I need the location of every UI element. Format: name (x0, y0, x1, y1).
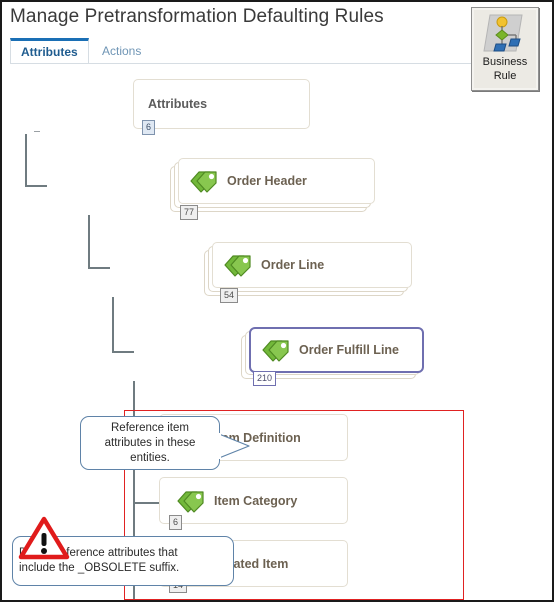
tab-bar: Attributes Actions (10, 38, 522, 64)
green-tag-icon (187, 168, 221, 194)
badge-attributes-count[interactable]: 6 (142, 120, 156, 135)
callout-reference-line3: entities. (130, 451, 170, 464)
node-item-category-card[interactable]: Item Category (159, 477, 348, 524)
collapse-tick (34, 131, 40, 132)
node-order-line-card[interactable]: Order Line (212, 242, 412, 288)
green-tag-icon (221, 252, 255, 278)
callout-reference-attributes: Reference item attributes in these entit… (80, 416, 220, 470)
green-tag-icon (174, 488, 208, 514)
connector-to-item-category (133, 502, 159, 504)
node-order-header-label: Order Header (227, 174, 307, 188)
badge-order-fulfill-line-count[interactable]: 210 (253, 371, 277, 386)
warning-triangle-icon (18, 516, 70, 565)
badge-order-header-count[interactable]: 77 (180, 205, 199, 220)
node-item-category[interactable]: Item Category (159, 477, 348, 524)
callout-reference-line2: attributes in these (104, 436, 196, 449)
tab-underline (10, 63, 522, 64)
callout-reference-line1: Reference item (111, 421, 189, 434)
badge-order-line-count[interactable]: 54 (220, 288, 239, 303)
connector-order-line-vertical (112, 297, 114, 353)
tab-actions[interactable]: Actions (92, 38, 151, 63)
business-rule-icon (482, 13, 528, 55)
tab-attributes[interactable]: Attributes (10, 38, 89, 63)
node-attributes-card[interactable]: Attributes (133, 79, 310, 129)
screenshot-root: Manage Pretransformation Defaulting Rule… (0, 0, 554, 602)
page-title: Manage Pretransformation Defaulting Rule… (10, 6, 384, 27)
connector-order-line-to-fulfill-line (112, 351, 134, 353)
connector-root-to-order-header (25, 185, 47, 187)
node-order-line-label: Order Line (261, 258, 325, 272)
tab-attributes-label: Attributes (21, 45, 78, 59)
badge-item-category-count[interactable]: 6 (169, 515, 183, 530)
callout-reference-tail (217, 424, 253, 471)
node-item-category-label: Item Category (214, 493, 298, 508)
node-order-header[interactable]: Order Header (170, 158, 375, 214)
entity-tree-canvas: Attributes 6 Order Header 77 Order Line … (2, 66, 552, 600)
node-order-header-card[interactable]: Order Header (178, 158, 375, 204)
node-order-fulfill-line-card[interactable]: Order Fulfill Line (249, 327, 424, 373)
connector-order-header-to-order-line (88, 267, 110, 269)
node-order-fulfill-line-label: Order Fulfill Line (299, 343, 400, 357)
connector-root-vertical (25, 134, 27, 187)
node-attributes-label: Attributes (148, 97, 208, 111)
node-attributes-root[interactable]: Attributes (133, 79, 310, 129)
connector-order-header-vertical (88, 215, 90, 269)
green-tag-icon (259, 337, 293, 363)
callout-reference-text: Reference item attributes in these entit… (99, 421, 202, 466)
tab-actions-label: Actions (102, 43, 142, 58)
